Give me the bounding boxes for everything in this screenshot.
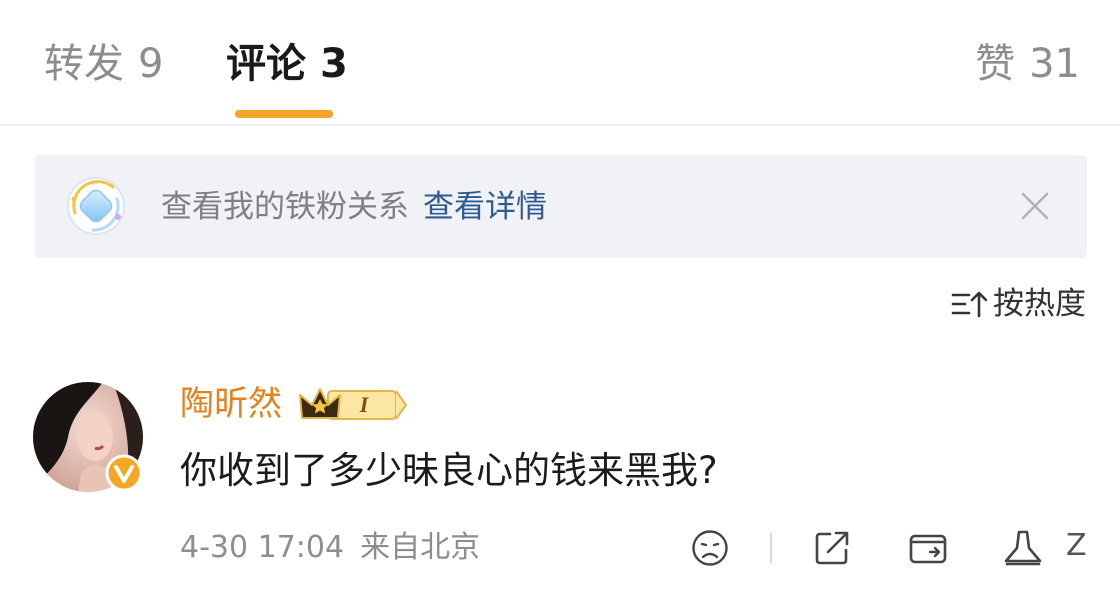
tab-comment-count: 3 [320, 41, 348, 87]
fan-relation-banner[interactable]: 查看我的铁粉关系 查看详情 [35, 155, 1087, 258]
banner-details-link[interactable]: 查看详情 [423, 189, 547, 225]
repost-icon[interactable] [908, 528, 948, 568]
commenter-avatar[interactable] [33, 382, 149, 498]
tab-like-label: 赞 [975, 41, 1016, 87]
action-separator [770, 533, 772, 563]
comment-body: 你收到了多少昧良心的钱来黑我? [180, 449, 718, 492]
comment-meta: 4-30 17:04 来自北京 [180, 526, 480, 570]
emoji-react-icon[interactable] [690, 528, 730, 568]
tab-comment-label: 评论 [226, 41, 306, 87]
tab-like[interactable]: 赞 31 [975, 36, 1080, 92]
tab-repost[interactable]: 转发 9 [44, 36, 163, 92]
like-icon[interactable] [1003, 528, 1043, 568]
fan-level-badge[interactable]: I [298, 385, 408, 425]
commenter-username[interactable]: 陶昕然 [180, 380, 282, 428]
banner-message: 查看我的铁粉关系 [161, 189, 409, 225]
tab-like-count: 31 [1029, 41, 1080, 87]
sort-label: 按热度 [993, 286, 1086, 322]
share-icon[interactable] [812, 528, 852, 568]
tab-repost-count: 9 [138, 41, 164, 87]
sort-by-hot-button[interactable]: 按热度 [951, 282, 1086, 326]
like-count-partial: Z [1066, 528, 1087, 563]
tab-repost-label: 转发 [44, 41, 124, 87]
fan-relation-icon [67, 177, 125, 235]
tab-divider [0, 124, 1120, 126]
sort-icon [951, 291, 987, 318]
verified-badge-icon [105, 454, 143, 492]
fan-level-text: I [359, 392, 370, 417]
active-tab-indicator [235, 110, 333, 118]
close-icon[interactable] [1019, 190, 1051, 222]
comment-source: 来自北京 [360, 530, 481, 565]
tab-comment[interactable]: 评论 3 [226, 36, 348, 92]
comment-date: 4-30 17:04 [180, 530, 345, 565]
